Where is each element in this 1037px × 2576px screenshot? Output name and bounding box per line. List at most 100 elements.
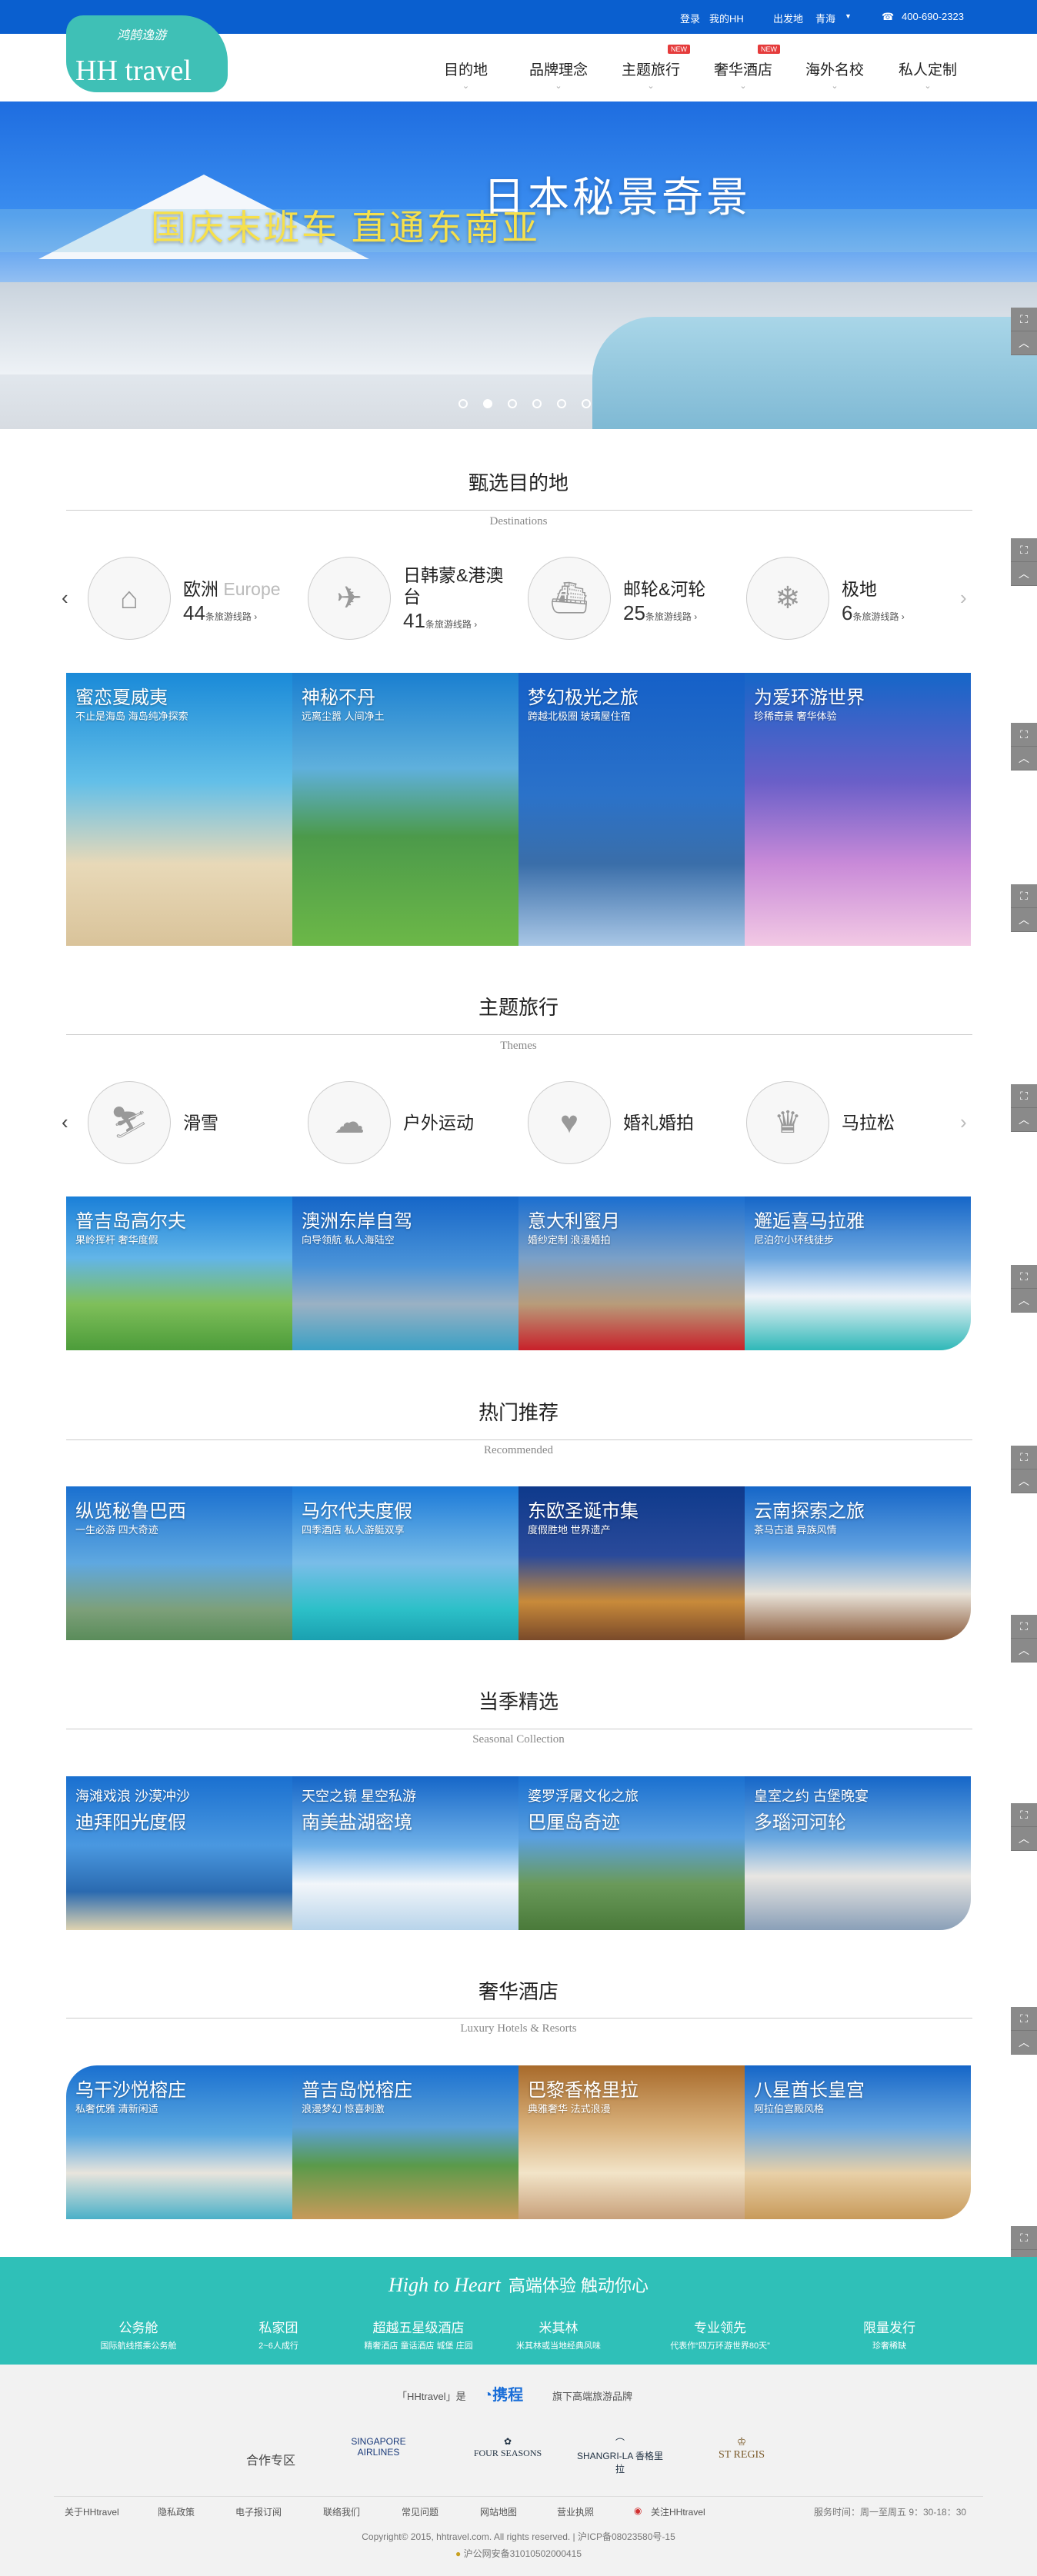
footer-link[interactable]: 网站地图 [480, 2505, 517, 2518]
rec-tile[interactable]: 云南探索之旅 茶马古道 异族风情 [745, 1486, 971, 1640]
carousel-dot[interactable] [508, 399, 517, 408]
singapore-airlines-logo[interactable]: SINGAPORE AIRLINES [332, 2436, 425, 2474]
category-name: 滑雪 [183, 1113, 218, 1133]
dest-category[interactable]: ⌂ 欧洲 Europe 44条旅游线路 › [88, 557, 288, 641]
expand-icon[interactable]: ⛶ [1011, 2226, 1037, 2250]
nav-themes[interactable]: 主题旅行 ⌄ [622, 58, 680, 91]
departure-label: 出发地 [773, 13, 804, 25]
hotel-tile[interactable]: 乌干沙悦榕庄 私奢优雅 清新闲适 [66, 2065, 292, 2219]
dest-tile[interactable]: 神秘不丹 远离尘嚣 人间净土 [292, 673, 518, 946]
dest-category[interactable]: ✈ 日韩蒙&港澳台 41条旅游线路 › [308, 557, 508, 641]
footer-link[interactable]: 隐私政策 [158, 2505, 195, 2518]
theme-category[interactable]: ☁ 户外运动 [308, 1081, 508, 1166]
theme-tile[interactable]: 邂逅喜马拉雅 尼泊尔小环线徒步 [745, 1196, 971, 1350]
back-top-icon[interactable]: ︿ [1011, 1289, 1037, 1313]
footer-link[interactable]: 常见问题 [402, 2505, 438, 2518]
weibo-icon[interactable]: ◉ [634, 2505, 642, 2516]
four-seasons-logo[interactable]: ✿ FOUR SEASONS [462, 2436, 554, 2474]
back-top-icon[interactable]: ︿ [1011, 1469, 1037, 1493]
nav-hotels[interactable]: 奢华酒店 ⌄ [714, 58, 772, 91]
expand-icon[interactable]: ⛶ [1011, 723, 1037, 747]
hotel-tile[interactable]: 巴黎香格里拉 典雅奢华 法式浪漫 [518, 2065, 745, 2219]
back-top-icon[interactable]: ︿ [1011, 1108, 1037, 1132]
back-top-icon[interactable]: ︿ [1011, 1639, 1037, 1662]
carousel-dot[interactable] [532, 399, 542, 408]
tile-title: 蜜恋夏威夷 [75, 687, 168, 708]
logo[interactable]: 鸿鹄逸游 HH travel [66, 15, 228, 92]
logo-cn: 鸿鹄逸游 [117, 29, 167, 42]
expand-icon[interactable]: ⛶ [1011, 1803, 1037, 1827]
back-top-icon[interactable]: ︿ [1011, 331, 1037, 355]
hotel-tile[interactable]: 普吉岛悦榕庄 浪漫梦幻 惊喜刺激 [292, 2065, 518, 2219]
login-link[interactable]: 登录 [680, 11, 700, 25]
my-hh-link[interactable]: 我的HH [709, 11, 744, 25]
season-tile[interactable]: 海滩戏浪 沙漠冲沙 迪拜阳光度假 [66, 1776, 292, 1930]
city-select[interactable]: 青海 [815, 11, 835, 25]
tree-icon: ✿ [503, 2436, 512, 2447]
expand-icon[interactable]: ⛶ [1011, 308, 1037, 331]
theme-category[interactable]: ♛ 马拉松 [746, 1081, 946, 1166]
prev-arrow-icon[interactable]: ‹ [62, 586, 68, 610]
theme-category[interactable]: ♥ 婚礼婚拍 [528, 1081, 728, 1166]
nav-schools[interactable]: 海外名校 ⌄ [805, 58, 864, 91]
dest-tile[interactable]: 蜜恋夏威夷 不止是海岛 海岛纯净探索 [66, 673, 292, 946]
back-top-icon[interactable]: ︿ [1011, 562, 1037, 586]
side-widget[interactable]: ⛶︿ [1011, 884, 1037, 932]
dest-category[interactable]: ⛴ 邮轮&河轮 25条旅游线路 › [528, 557, 728, 641]
rec-tile[interactable]: 纵览秘鲁巴西 一生必游 四大奇迹 [66, 1486, 292, 1640]
expand-icon[interactable]: ⛶ [1011, 1615, 1037, 1639]
footer-link[interactable]: 关注HHtravel [651, 2505, 705, 2518]
tile-title: 多瑙河河轮 [754, 1812, 846, 1833]
dest-tile[interactable]: 梦幻极光之旅 跨越北极圈 玻璃屋住宿 [518, 673, 745, 946]
nav-destinations[interactable]: 目的地 ⌄ [444, 58, 488, 91]
theme-tile[interactable]: 澳洲东岸自驾 向导领航 私人海陆空 [292, 1196, 518, 1350]
theme-tile[interactable]: 意大利蜜月 婚纱定制 浪漫婚拍 [518, 1196, 745, 1350]
side-widget[interactable]: ⛶︿ [1011, 1615, 1037, 1662]
ctrip-logo[interactable]: ◔携程 [483, 2382, 535, 2405]
dest-tile[interactable]: 为爱环游世界 珍稀奇景 奢华体验 [745, 673, 971, 946]
next-arrow-icon[interactable]: › [960, 1110, 967, 1134]
footer-link[interactable]: 关于HHtravel [65, 2505, 119, 2518]
hero-banner[interactable]: 日本秘景奇景 国庆末班车 直通东南亚 [0, 102, 1037, 429]
back-top-icon[interactable]: ︿ [1011, 908, 1037, 932]
tile-subtitle: 阿拉伯宫殿风格 [754, 2103, 825, 2115]
carousel-dot[interactable] [582, 399, 591, 408]
back-top-icon[interactable]: ︿ [1011, 747, 1037, 770]
dest-category[interactable]: ❄ 极地 6条旅游线路 › [746, 557, 946, 641]
season-tile[interactable]: 婆罗浮屠文化之旅 巴厘岛奇迹 [518, 1776, 745, 1930]
expand-icon[interactable]: ⛶ [1011, 1084, 1037, 1108]
expand-icon[interactable]: ⛶ [1011, 538, 1037, 562]
category-name: 婚礼婚拍 [623, 1113, 694, 1133]
footer-link[interactable]: 营业执照 [557, 2505, 594, 2518]
side-widget[interactable]: ⛶︿ [1011, 538, 1037, 586]
next-arrow-icon[interactable]: › [960, 586, 967, 610]
expand-icon[interactable]: ⛶ [1011, 1265, 1037, 1289]
season-tile[interactable]: 皇室之约 古堡晚宴 多瑙河河轮 [745, 1776, 971, 1930]
carousel-dot[interactable] [458, 399, 468, 408]
carousel-dot[interactable] [483, 399, 492, 408]
side-widget[interactable]: ⛶︿ [1011, 1084, 1037, 1132]
chevron-down-icon[interactable]: ▼ [845, 12, 852, 20]
side-widget[interactable]: ⛶︿ [1011, 308, 1037, 355]
shangri-la-logo[interactable]: ⌒ SHANGRI-LA 香格里拉 [574, 2436, 666, 2474]
nav-brand[interactable]: 品牌理念 ⌄ [529, 58, 588, 91]
season-tile[interactable]: 天空之镜 星空私游 南美盐湖密境 [292, 1776, 518, 1930]
tile-subtitle: 不止是海岛 海岛纯净探索 [75, 711, 188, 722]
rec-tile[interactable]: 马尔代夫度假 四季酒店 私人游艇双享 [292, 1486, 518, 1640]
side-widget[interactable]: ⛶︿ [1011, 723, 1037, 770]
nav-label: 奢华酒店 [714, 62, 773, 78]
hotel-tile[interactable]: 八星酋长皇宫 阿拉伯宫殿风格 [745, 2065, 971, 2219]
back-top-icon[interactable]: ︿ [1011, 1827, 1037, 1851]
prev-arrow-icon[interactable]: ‹ [62, 1110, 68, 1134]
side-widget[interactable]: ⛶︿ [1011, 1803, 1037, 1851]
expand-icon[interactable]: ⛶ [1011, 884, 1037, 908]
st-regis-logo[interactable]: ♔ ST REGIS [695, 2436, 788, 2474]
theme-category[interactable]: ⛷ 滑雪 [88, 1081, 288, 1166]
nav-custom[interactable]: 私人定制 ⌄ [899, 58, 957, 91]
footer-link[interactable]: 联络我们 [323, 2505, 360, 2518]
side-widget[interactable]: ⛶︿ [1011, 1265, 1037, 1313]
rec-tile[interactable]: 东欧圣诞市集 度假胜地 世界遗产 [518, 1486, 745, 1640]
theme-tile[interactable]: 普吉岛高尔夫 果岭挥杆 奢华度假 [66, 1196, 292, 1350]
footer-link[interactable]: 电子报订阅 [235, 2505, 282, 2518]
carousel-dot[interactable] [557, 399, 566, 408]
